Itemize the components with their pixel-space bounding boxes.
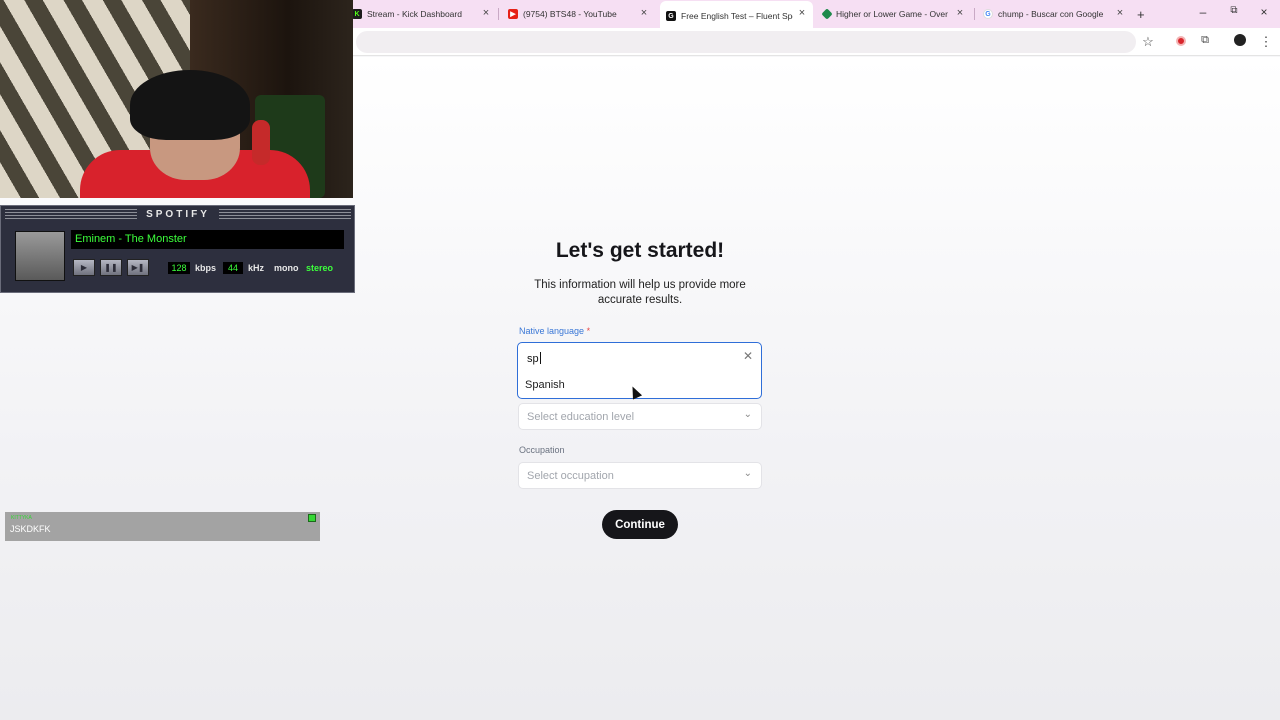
chevron-down-icon: ⌄ — [743, 468, 752, 479]
webcam-overlay — [0, 0, 353, 198]
record-extension-icon[interactable] — [1173, 34, 1189, 49]
close-window-icon[interactable]: × — [1257, 5, 1271, 19]
close-tab-icon[interactable]: × — [796, 7, 808, 19]
bookmark-star-icon[interactable]: ☆ — [1140, 34, 1156, 50]
pause-icon[interactable]: ❚❚ — [100, 259, 122, 276]
samplerate-unit: kHz — [248, 263, 265, 273]
headset-icon — [252, 120, 270, 165]
close-tab-icon[interactable]: × — [954, 7, 966, 19]
occupation-select[interactable]: Select occupation ⌄ — [518, 462, 762, 489]
spotify-header: SPOTIFY — [137, 209, 219, 220]
mono-label: mono — [274, 263, 299, 273]
page-subtitle: This information will help us provide mo… — [534, 279, 746, 306]
tab-fluent-speak[interactable]: G Free English Test – Fluent Speak × — [660, 1, 813, 28]
chat-username: KITTYKA — [11, 515, 32, 521]
close-tab-icon[interactable]: × — [1114, 7, 1126, 19]
profile-avatar-icon[interactable] — [1232, 34, 1248, 49]
chevron-down-icon: ⌄ — [743, 409, 752, 420]
required-marker: * — [586, 326, 591, 336]
track-title: Eminem - The Monster — [71, 230, 344, 249]
text-caret — [539, 352, 541, 364]
stereo-label: stereo — [306, 263, 334, 273]
continue-button[interactable]: Continue — [602, 510, 678, 539]
samplerate-value: 44 — [223, 262, 243, 274]
chat-message: JSKDKFK — [10, 524, 51, 534]
tab-google-search[interactable]: G chump - Buscar con Google × — [983, 4, 1126, 24]
tab-divider — [974, 8, 975, 20]
menu-kebab-icon[interactable]: ⋮ — [1258, 34, 1274, 50]
chat-overlay: KITTYKA JSKDKFK — [5, 512, 320, 541]
bitrate-value: 128 — [168, 262, 190, 274]
next-icon[interactable]: ▶❚ — [127, 259, 149, 276]
address-bar[interactable] — [356, 31, 1136, 53]
occupation-placeholder: Select occupation — [527, 470, 614, 482]
tab-youtube[interactable]: ▶ (9754) BTS48 - YouTube × — [508, 4, 650, 24]
close-tab-icon[interactable]: × — [638, 7, 650, 19]
youtube-icon: ▶ — [508, 9, 518, 19]
minimize-icon[interactable]: – — [1196, 5, 1210, 19]
native-language-input[interactable]: sp — [527, 352, 541, 365]
album-art — [15, 231, 65, 281]
google-icon: G — [983, 9, 993, 19]
bitrate-unit: kbps — [195, 263, 217, 273]
tab-divider — [498, 8, 499, 20]
page-title: Let's get started! — [555, 239, 725, 262]
kick-icon: K — [352, 9, 362, 19]
play-icon[interactable]: ▶ — [73, 259, 95, 276]
webcam-person-hair — [130, 70, 250, 140]
native-language-label: Native language * — [519, 326, 591, 336]
extensions-icon[interactable]: ⧉ — [1197, 34, 1213, 47]
clear-input-icon[interactable]: ✕ — [743, 349, 753, 363]
tab-higher-lower[interactable]: Higher or Lower Game - Over × — [821, 4, 966, 24]
language-option-spanish[interactable]: Spanish — [525, 379, 565, 391]
chat-badge-icon — [308, 514, 316, 522]
close-tab-icon[interactable]: × — [480, 7, 492, 19]
restore-icon[interactable]: ⧉ — [1227, 5, 1241, 16]
fluentspeak-icon: G — [666, 11, 676, 21]
education-placeholder: Select education level — [527, 411, 635, 423]
spotify-widget: SPOTIFY Eminem - The Monster ▶ ❚❚ ▶❚ 128… — [0, 205, 355, 293]
occupation-label: Occupation — [519, 445, 565, 455]
education-select[interactable]: Select education level ⌄ — [518, 403, 762, 430]
diamond-icon — [821, 8, 833, 20]
new-tab-button[interactable]: + — [1137, 4, 1151, 24]
tab-kick-dashboard[interactable]: K Stream - Kick Dashboard × — [352, 4, 492, 24]
